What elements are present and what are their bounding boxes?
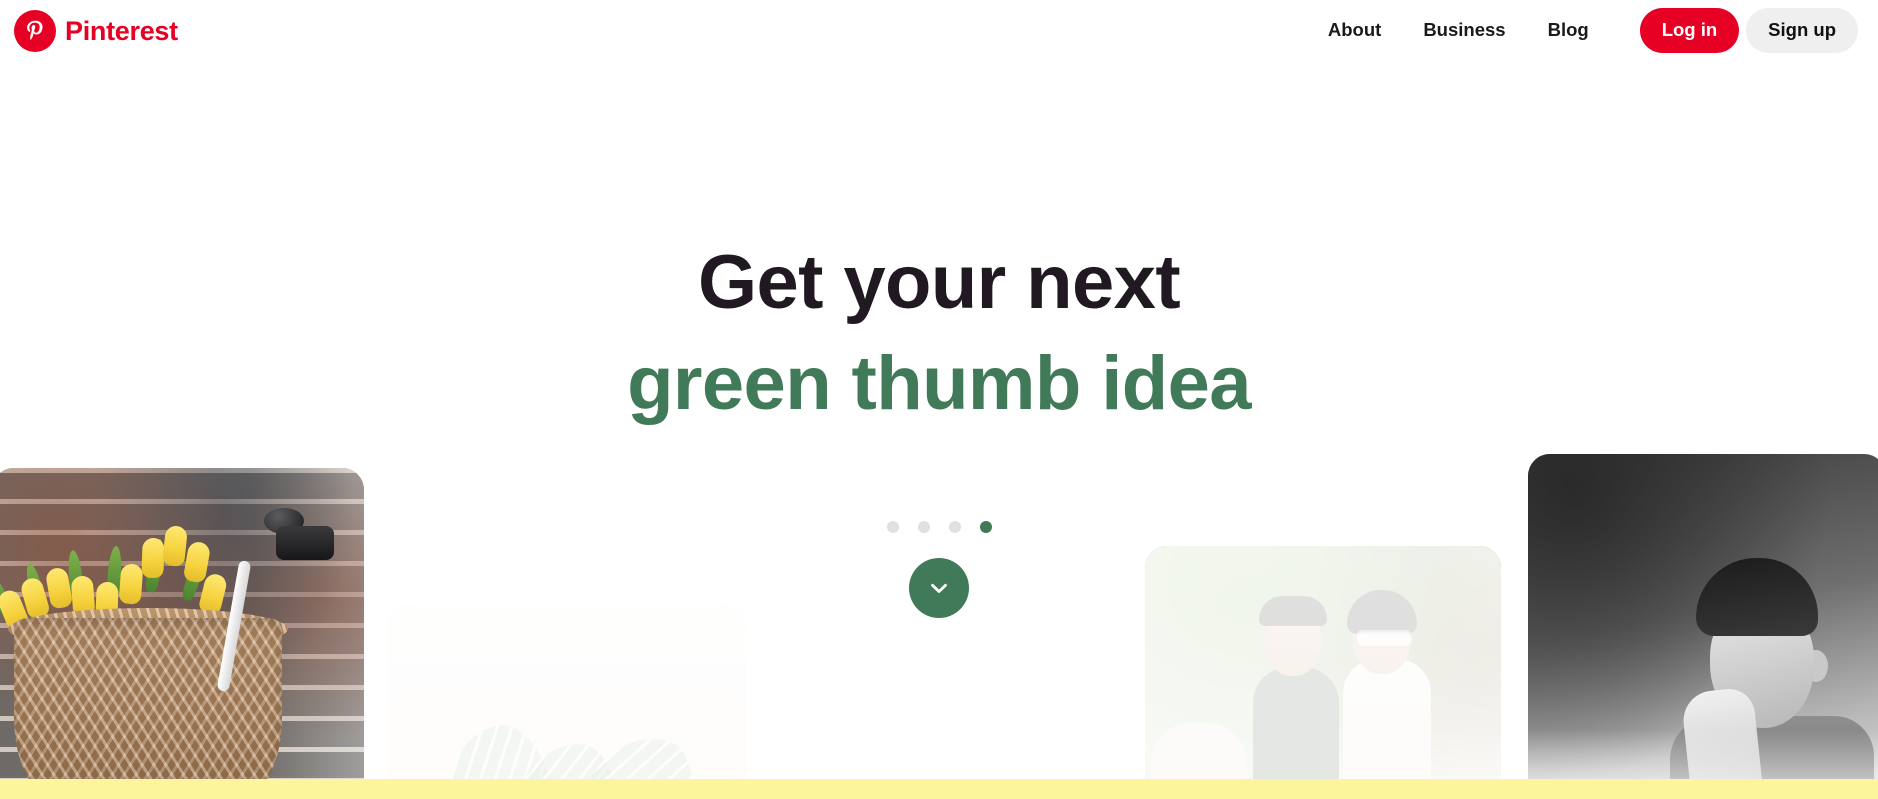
signup-button[interactable]: Sign up (1746, 8, 1858, 53)
main-navigation: About Business Blog Log in Sign up (1307, 8, 1864, 53)
hero-image-tile-portrait (1528, 454, 1878, 799)
headline-line-one: Get your next (697, 240, 1181, 325)
carousel-dot-1[interactable] (886, 521, 899, 533)
tile-whiteout-overlay (1145, 546, 1501, 799)
pinterest-logo-icon (14, 10, 56, 52)
nav-link-about[interactable]: About (1307, 11, 1402, 50)
pinterest-logo-link[interactable]: Pinterest (14, 10, 178, 52)
site-header: Pinterest About Business Blog Log in Sig… (0, 0, 1878, 64)
hero-image-tile-monstera (388, 605, 746, 799)
hero-image-tile-friends (1145, 546, 1501, 799)
tulip-basket-artwork (0, 468, 364, 799)
pinterest-landing-page: Pinterest About Business Blog Log in Sig… (0, 0, 1878, 799)
hero-image-tile-tulip-basket (0, 468, 364, 799)
chevron-down-icon (926, 575, 952, 601)
carousel-dot-4-active[interactable] (979, 521, 992, 533)
scroll-down-button[interactable] (909, 558, 969, 618)
monstera-artwork (388, 605, 746, 799)
portrait-artwork (1528, 454, 1878, 799)
wicker-basket (14, 618, 282, 799)
hero-copy: Get your next green thumb idea (0, 232, 1878, 434)
nav-link-business[interactable]: Business (1402, 11, 1526, 50)
carousel-dot-2[interactable] (917, 521, 930, 533)
nav-link-blog[interactable]: Blog (1527, 11, 1610, 50)
tile-whiteout-overlay (388, 605, 746, 799)
friends-artwork (1145, 546, 1501, 799)
page-title: Get your next green thumb idea (0, 232, 1878, 434)
login-button[interactable]: Log in (1639, 8, 1740, 53)
pinterest-wordmark: Pinterest (65, 15, 178, 46)
hero-section: Get your next green thumb idea (0, 64, 1878, 799)
next-section-band (0, 779, 1878, 799)
headline-line-two: green thumb idea (627, 341, 1251, 427)
carousel-dot-3[interactable] (948, 521, 961, 533)
carousel-dots (0, 521, 1878, 533)
